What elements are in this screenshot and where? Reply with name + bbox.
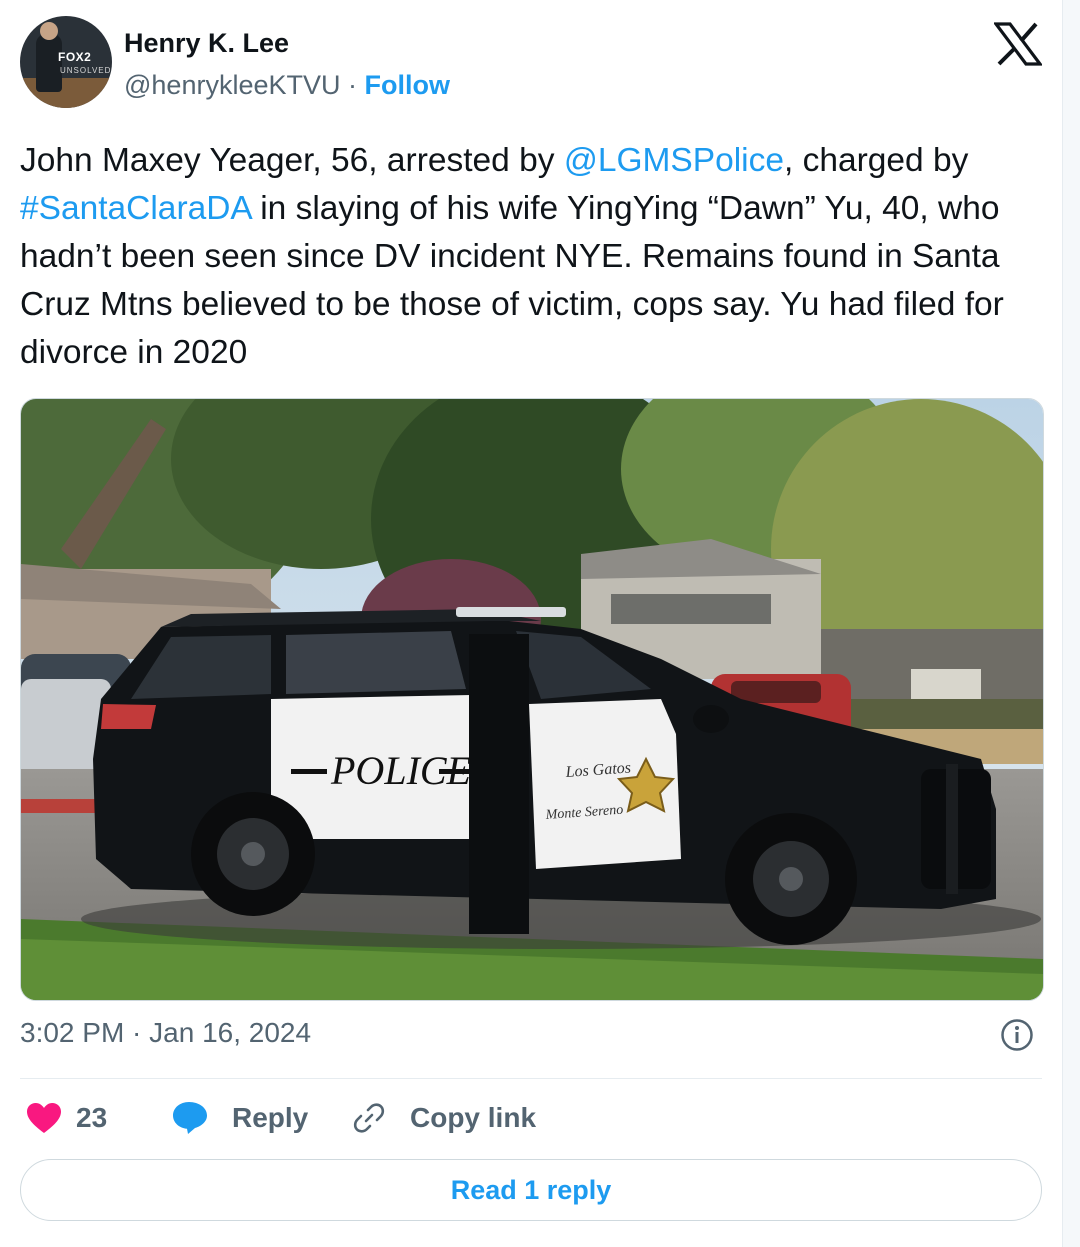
like-button[interactable]: 23 [26, 1096, 107, 1140]
tweet-text-part-2: , charged by [784, 142, 969, 179]
info-icon[interactable] [1000, 1018, 1034, 1052]
tweet-timestamp[interactable]: 3:02 PM · Jan 16, 2024 [20, 1017, 311, 1049]
like-count: 23 [76, 1102, 108, 1133]
author-name[interactable]: Henry K. Lee [124, 28, 289, 59]
avatar-logo-text: FOX2 [58, 50, 92, 64]
reply-button[interactable]: Reply [172, 1096, 308, 1140]
hashtag-link[interactable]: #SantaClaraDA [20, 190, 251, 227]
page-edge [1062, 0, 1080, 1247]
divider [20, 1078, 1042, 1079]
reply-label: Reply [232, 1102, 309, 1133]
link-icon [353, 1103, 385, 1133]
x-logo-icon[interactable] [994, 22, 1042, 66]
author-avatar[interactable]: FOX2 UNSOLVED [20, 16, 112, 108]
tweet-text-part-1: John Maxey Yeager, 56, arrested by [20, 142, 564, 179]
heart-icon [27, 1103, 61, 1133]
tweet-photo[interactable]: POLICE Los Gatos Monte Sereno [20, 398, 1044, 1001]
mention-link[interactable]: @LGMSPolice [564, 142, 784, 179]
copy-link-button[interactable]: Copy link [352, 1096, 536, 1140]
author-handle[interactable]: @henrykleeKTVU [124, 70, 341, 100]
police-car-photo: POLICE Los Gatos Monte Sereno [21, 399, 1043, 1000]
follow-button[interactable]: Follow [365, 70, 450, 100]
read-replies-button[interactable]: Read 1 reply [20, 1159, 1042, 1221]
separator: · [348, 70, 358, 100]
avatar-sub-text: UNSOLVED [60, 66, 112, 75]
copy-link-label: Copy link [410, 1102, 537, 1133]
author-handle-line: @henrykleeKTVU · Follow [124, 70, 450, 101]
tweet-card: FOX2 UNSOLVED Henry K. Lee @henrykleeKTV… [0, 0, 1062, 1247]
reply-bubble-icon [173, 1102, 207, 1134]
tweet-text: John Maxey Yeager, 56, arrested by @LGMS… [20, 137, 1040, 377]
